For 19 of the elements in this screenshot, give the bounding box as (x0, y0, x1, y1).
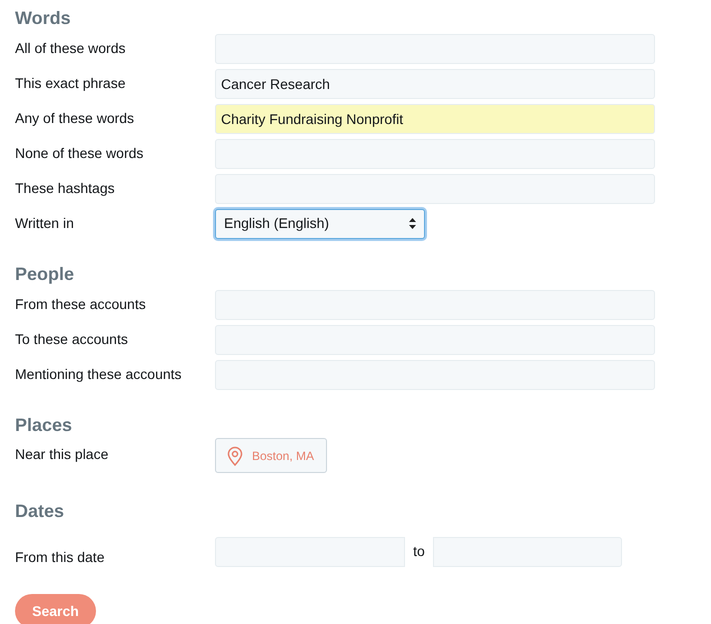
field-label: This exact phrase (15, 74, 126, 93)
field-label: All of these words (15, 39, 126, 58)
field-label: From these accounts (15, 295, 147, 314)
field-label: To these accounts (15, 330, 129, 349)
field-label: Any of these words (15, 109, 136, 128)
section-heading: Words (15, 7, 72, 30)
field-label: None of these words (15, 144, 144, 163)
field-label: Written in (15, 214, 75, 233)
language-select[interactable]: English (English) (215, 208, 425, 238)
text-field[interactable]: Charity Fundraising Nonprofit (215, 104, 655, 134)
date-separator: to (412, 542, 426, 561)
section-heading: Places (15, 414, 74, 437)
text-field[interactable]: Cancer Research (215, 68, 655, 98)
field-label: Mentioning these accounts (15, 365, 183, 384)
field-label: From this date (15, 548, 106, 567)
section-heading: People (15, 263, 76, 286)
field-label: These hashtags (15, 179, 116, 198)
section-heading: Dates (15, 500, 66, 523)
field-label: Near this place (15, 445, 110, 464)
